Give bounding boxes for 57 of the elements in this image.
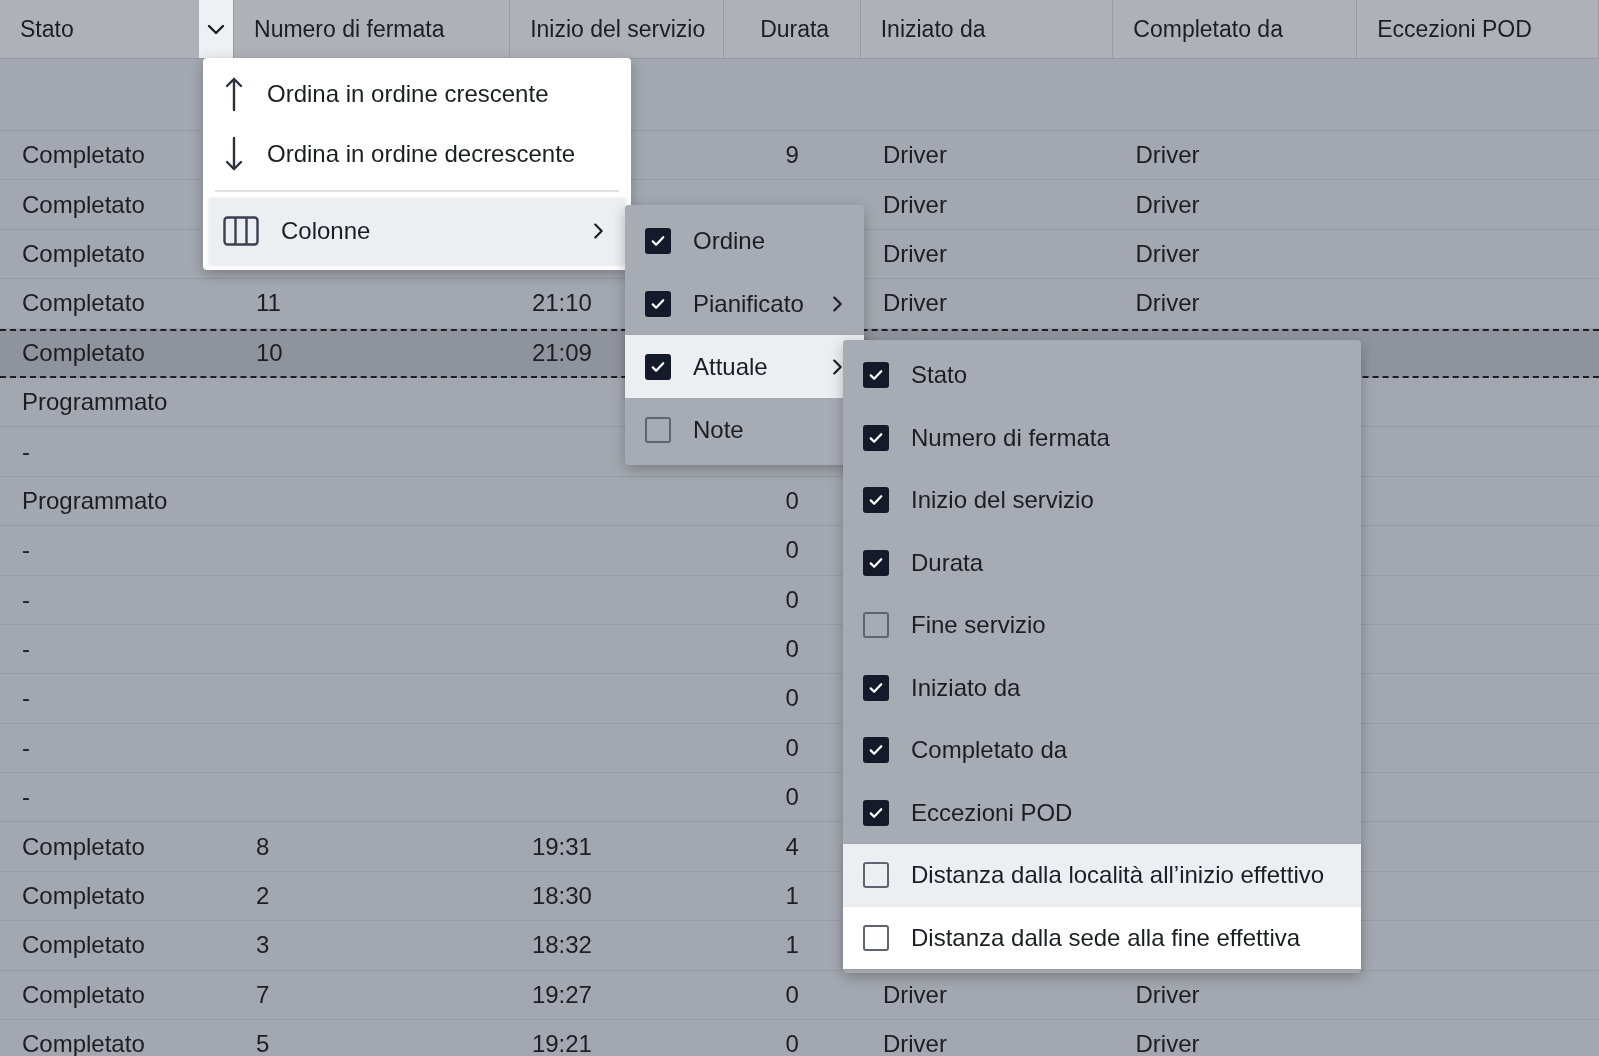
table-cell: 21:10 — [531, 289, 592, 318]
table-cell: 19:31 — [531, 832, 592, 861]
table-cell: 0 — [785, 980, 799, 1009]
table-cell: Driver — [882, 190, 947, 219]
table-cell: Driver — [1135, 190, 1200, 219]
table-cell: Completato — [22, 190, 145, 219]
table-cell: Driver — [882, 1030, 947, 1056]
table-cell: 0 — [785, 1030, 799, 1056]
table-cell: - — [22, 635, 30, 664]
table-cell: 1 — [785, 882, 799, 911]
table-cell: Driver — [1135, 239, 1200, 268]
table-cell: - — [22, 585, 30, 614]
table-cell: - — [22, 783, 30, 812]
table-cell: Completato — [22, 882, 145, 911]
table-cell: 19:27 — [531, 980, 592, 1009]
table-cell: 5 — [256, 1030, 270, 1056]
table-cell: 4 — [785, 832, 799, 861]
table-cell: 21:09 — [531, 339, 592, 368]
table-cell: - — [22, 733, 30, 762]
table-cell: Completato — [22, 289, 145, 318]
table-cell: 8 — [256, 832, 270, 861]
table-cell: 19:21 — [531, 1030, 592, 1056]
table-cell: Completato — [22, 980, 145, 1009]
table-cell: 18:30 — [531, 882, 592, 911]
table-cell: - — [22, 437, 30, 466]
table-cell: Completato — [22, 239, 145, 268]
table-cell: Driver — [1135, 1030, 1200, 1056]
table-cell: Completato — [22, 931, 145, 960]
table-cell: - — [22, 684, 30, 713]
table-cell: Driver — [1135, 289, 1200, 318]
table-cell: 11 — [256, 289, 281, 318]
table-cell: Programmato — [22, 388, 168, 417]
table-cell: Completato — [22, 141, 145, 170]
table-cell: 0 — [785, 486, 799, 515]
table-cell: Driver — [1135, 141, 1200, 170]
table-cell: 1 — [785, 931, 799, 960]
table-cell: 0 — [785, 635, 799, 664]
table-cell: 7 — [256, 980, 270, 1009]
table-cell: Driver — [882, 239, 947, 268]
table-cell: 18:32 — [531, 931, 592, 960]
table-cell: 0 — [785, 684, 799, 713]
table-cell: 0 — [785, 585, 799, 614]
table-cell: 10 — [256, 339, 283, 368]
table-cell: Driver — [882, 289, 947, 318]
table-cell: Driver — [1135, 980, 1200, 1009]
table-cell: 0 — [785, 783, 799, 812]
table-cell: 0 — [785, 536, 799, 565]
table-cell: 9 — [785, 141, 799, 170]
table-cell: Completato — [22, 832, 145, 861]
table-cell: Completato — [22, 339, 145, 368]
table-cell: Programmato — [22, 486, 168, 515]
table-cell: 0 — [785, 733, 799, 762]
table-cell: 3 — [256, 931, 270, 960]
table-cell: - — [22, 536, 30, 565]
table-cell: Driver — [882, 141, 947, 170]
table-cell: Driver — [882, 980, 947, 1009]
table-cell: 2 — [256, 882, 270, 911]
